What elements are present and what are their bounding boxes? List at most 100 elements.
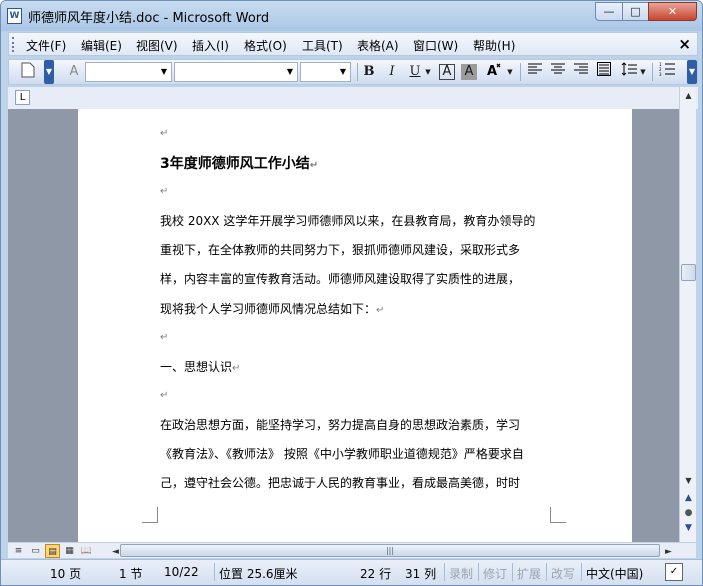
- menu-bar: 文件(F) 编辑(E) 视图(V) 插入(I) 格式(O) 工具(T) 表格(A…: [8, 32, 698, 56]
- styles-formatting-icon[interactable]: A: [64, 62, 84, 82]
- reading-layout-view-icon[interactable]: 📖: [79, 544, 94, 558]
- close-button[interactable]: ✕: [648, 2, 697, 21]
- doc-line: ↵: [160, 183, 168, 197]
- menu-view[interactable]: 视图(V): [136, 37, 178, 54]
- previous-page-icon[interactable]: ▲: [682, 492, 695, 504]
- maximize-button[interactable]: □: [622, 2, 649, 21]
- normal-view-icon[interactable]: ≡: [11, 544, 26, 558]
- line-text: 我校 20XX 这学年开展学习师德师风以来，在县教育局，教育办领导的: [160, 214, 536, 228]
- align-right-button[interactable]: [571, 62, 591, 82]
- chevron-down-icon: ▼: [160, 67, 168, 76]
- character-shading-button[interactable]: A: [461, 64, 477, 80]
- line-text: 《教育法》、《教师法》 按照《中小学教师职业道德规范》严格要求自: [160, 447, 524, 461]
- line-spacing-dropdown-icon[interactable]: ▼: [638, 62, 648, 82]
- chevron-down-icon: ▼: [339, 67, 347, 76]
- toolbar-options-chevron-right[interactable]: ▼: [687, 60, 697, 84]
- line-spacing-icon[interactable]: [619, 62, 639, 82]
- menu-insert[interactable]: 插入(I): [192, 37, 229, 54]
- menu-table[interactable]: 表格(A): [357, 37, 399, 54]
- menu-edit[interactable]: 编辑(E): [81, 37, 122, 54]
- doc-line: ↵: [160, 329, 168, 343]
- numbering-icon[interactable]: 123: [657, 62, 677, 82]
- line-text: 现将我个人学习师德师风情况总结如下：: [160, 302, 377, 316]
- doc-line: 《教育法》、《教师法》 按照《中小学教师职业道德规范》严格要求自: [160, 445, 524, 462]
- doc-line: 现将我个人学习师德师风情况总结如下：↵: [160, 300, 384, 317]
- next-page-icon[interactable]: ▼: [682, 522, 695, 534]
- chevron-down-icon: ▼: [286, 67, 294, 76]
- document-page[interactable]: ↵ 3年度师德师风工作小结↵ ↵ 我校 20XX 这学年开展学习师德师风以来，在…: [78, 109, 632, 542]
- scroll-right-icon[interactable]: ►: [661, 545, 676, 559]
- align-left-button[interactable]: [525, 62, 545, 82]
- bold-button[interactable]: B: [359, 62, 379, 82]
- vertical-scrollbar[interactable]: ▲ ▼ ▲ ● ▼: [679, 87, 696, 542]
- status-section: 1 节: [119, 567, 143, 581]
- web-layout-view-icon[interactable]: ▭: [28, 544, 43, 558]
- horizontal-scroll-thumb[interactable]: |||: [120, 544, 660, 557]
- underline-button[interactable]: U: [405, 62, 425, 82]
- window-title: 师德师风年度小结.doc - Microsoft Word: [28, 11, 270, 26]
- horizontal-scrollbar[interactable]: ◄ ||| ►: [108, 544, 673, 558]
- justify-button[interactable]: [594, 62, 614, 82]
- outline-view-icon[interactable]: ▦: [62, 544, 77, 558]
- word-app-icon[interactable]: W: [7, 8, 22, 24]
- heading-text: 3年度师德师风工作小结: [160, 156, 310, 172]
- spelling-check-icon[interactable]: ✓: [665, 563, 683, 581]
- vertical-scroll-thumb[interactable]: [681, 264, 696, 281]
- tab-selector[interactable]: L: [15, 90, 30, 105]
- status-extend[interactable]: 扩展: [517, 565, 541, 582]
- menu-tools[interactable]: 工具(T): [302, 37, 343, 54]
- svg-text:3: 3: [659, 72, 662, 76]
- doc-heading: 3年度师德师风工作小结↵: [160, 153, 318, 173]
- status-position: 位置 25.6厘米: [219, 567, 298, 581]
- font-size-select[interactable]: ▼: [300, 62, 351, 82]
- close-document-icon[interactable]: ×: [678, 35, 691, 53]
- scroll-down-icon[interactable]: ▼: [682, 474, 695, 487]
- paragraph-mark: ↵: [309, 160, 319, 171]
- print-layout-view-icon[interactable]: ▤: [45, 544, 60, 558]
- character-border-button[interactable]: A: [439, 64, 455, 80]
- status-bar: 10 页 1 节 10/22 位置 25.6厘米 22 行 31 列 录制 修订…: [1, 559, 702, 585]
- line-text: 一、思想认识: [160, 360, 233, 374]
- new-document-icon[interactable]: [18, 62, 38, 82]
- menu-file[interactable]: 文件(F): [26, 37, 66, 54]
- scroll-up-icon[interactable]: ▲: [682, 89, 695, 102]
- doc-line: ↵: [160, 125, 168, 139]
- align-center-button[interactable]: [548, 62, 568, 82]
- doc-line: 一、思想认识↵: [160, 358, 240, 375]
- toolbar-options-chevron[interactable]: ▼: [44, 60, 54, 84]
- status-separator: [512, 563, 513, 581]
- status-language[interactable]: 中文(中国): [586, 565, 643, 582]
- horizontal-bar: ≡ ▭ ▤ ▦ 📖 ◄ ||| ►: [8, 542, 696, 558]
- doc-line: 样，内容丰富的宣传教育活动。师德师风建设取得了实质性的进展，: [160, 270, 520, 287]
- minimize-button[interactable]: —: [595, 2, 623, 21]
- line-text: 己，遵守社会公德。把忠诚于人民的教育事业，看成最高美德，时时: [160, 476, 521, 490]
- italic-button[interactable]: I: [382, 62, 402, 82]
- highlight-icon[interactable]: A: [484, 62, 504, 82]
- svg-text:A: A: [487, 64, 497, 78]
- underline-dropdown-icon[interactable]: ▼: [423, 62, 433, 82]
- font-select[interactable]: ▼: [174, 62, 298, 82]
- doc-line: ↵: [160, 387, 168, 401]
- style-select[interactable]: ▼: [85, 62, 172, 82]
- menu-help[interactable]: 帮助(H): [473, 37, 515, 54]
- doc-line: 在政治思想方面，能坚持学习，努力提高自身的思想政治素质，学习: [160, 416, 520, 433]
- status-track-changes[interactable]: 修订: [483, 565, 507, 582]
- status-overtype[interactable]: 改写: [551, 565, 575, 582]
- title-bar: W 师德师风年度小结.doc - Microsoft Word — □ ✕: [1, 1, 702, 31]
- status-page: 10 页: [50, 567, 82, 581]
- select-browse-object-icon[interactable]: ●: [682, 507, 695, 519]
- highlight-dropdown-icon[interactable]: ▼: [505, 62, 515, 82]
- paragraph-mark: ↵: [160, 332, 169, 343]
- status-separator: [478, 563, 479, 581]
- status-line: 22 行: [360, 567, 392, 581]
- line-text: 样，内容丰富的宣传教育活动。师德师风建设取得了实质性的进展，: [160, 272, 521, 286]
- paragraph-mark: ↵: [160, 186, 169, 197]
- status-record[interactable]: 录制: [449, 565, 473, 582]
- status-column: 31 列: [405, 567, 437, 581]
- menu-window[interactable]: 窗口(W): [413, 37, 458, 54]
- menu-format[interactable]: 格式(O): [244, 37, 287, 54]
- status-separator: [214, 563, 215, 581]
- status-separator: [581, 563, 582, 581]
- menu-grip[interactable]: [12, 37, 15, 52]
- word-window: W 师德师风年度小结.doc - Microsoft Word — □ ✕ 文件…: [0, 0, 703, 586]
